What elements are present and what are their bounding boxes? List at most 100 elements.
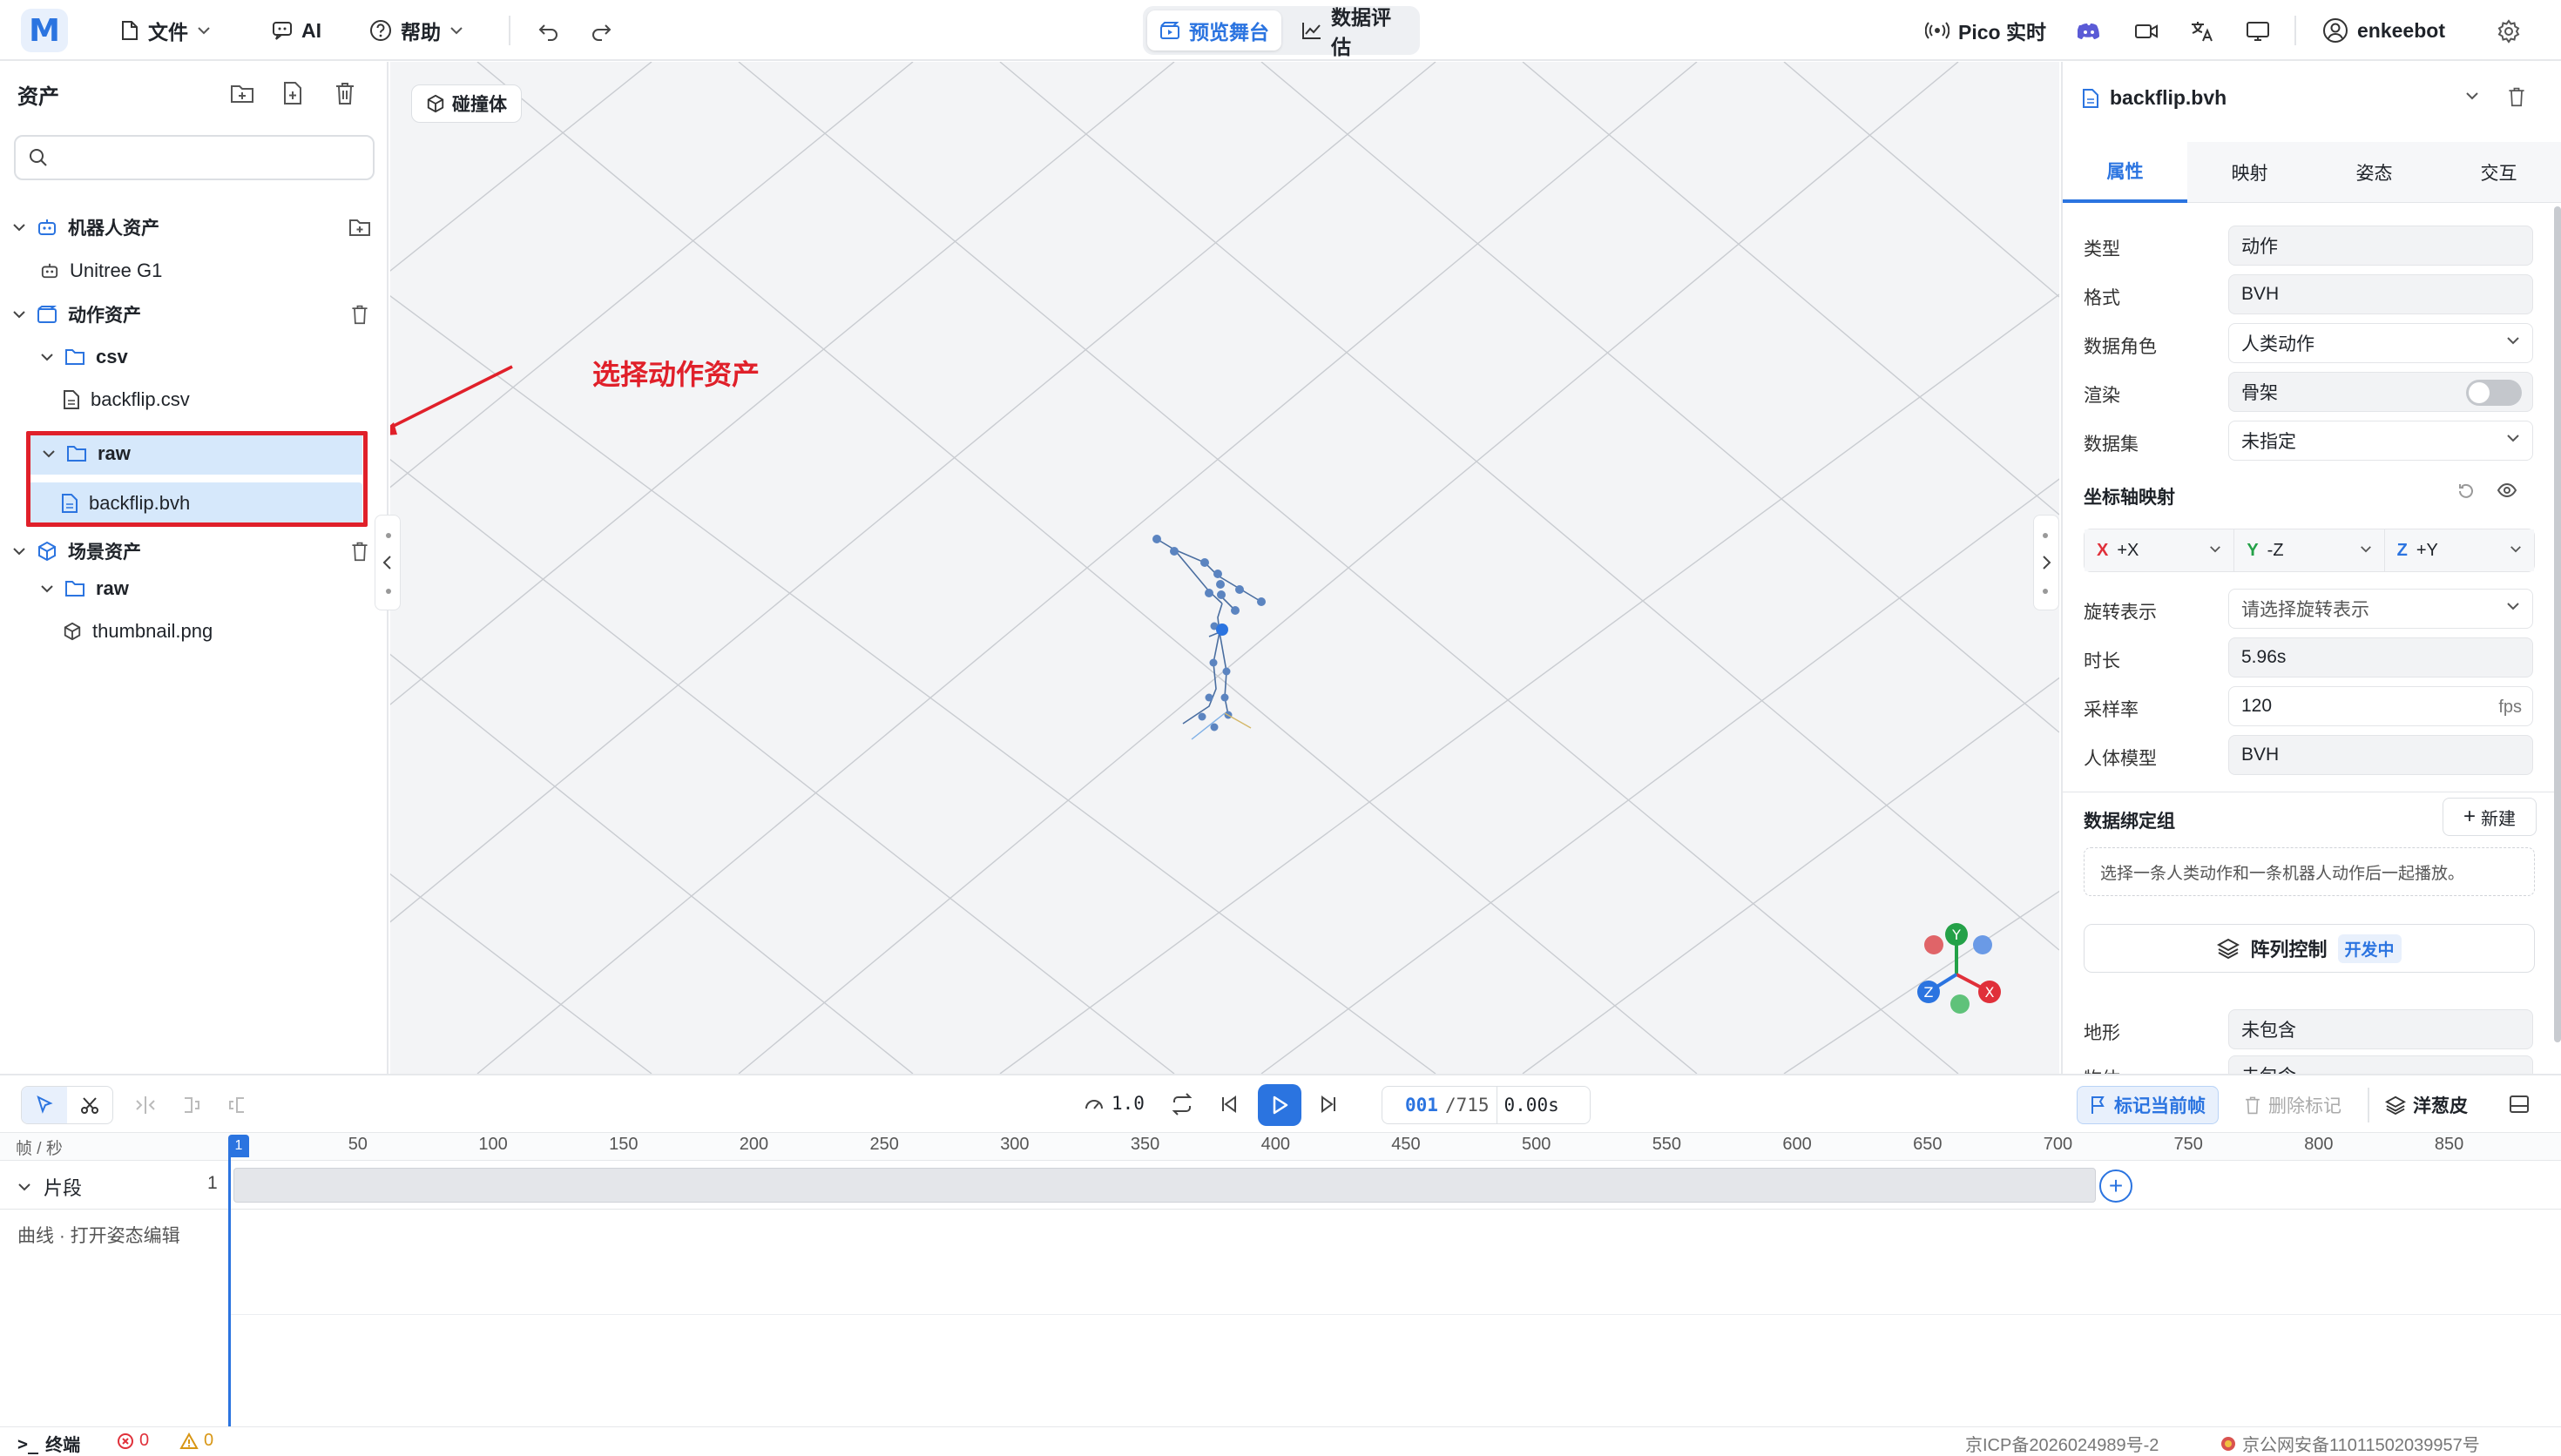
collider-toggle-button[interactable]: 碰撞体 bbox=[411, 84, 522, 123]
clip-count: 1 bbox=[207, 1173, 218, 1193]
icp-license-link[interactable]: 京ICP备2026024989号-2 bbox=[1965, 1431, 2159, 1456]
ruler-tick: 500 bbox=[1522, 1135, 1551, 1154]
rotation-select[interactable]: 请选择旋转表示 bbox=[2228, 589, 2533, 629]
user-avatar-icon bbox=[2322, 17, 2348, 44]
playhead-handle[interactable]: 1 bbox=[228, 1135, 249, 1157]
tree-group-robot-assets[interactable]: 机器人资产 bbox=[0, 208, 389, 246]
tab-mapping[interactable]: 映射 bbox=[2187, 142, 2312, 203]
loop-icon[interactable] bbox=[1171, 1093, 1193, 1116]
current-frame-input[interactable]: 001 bbox=[1382, 1095, 1438, 1116]
collapse-right-panel-handle[interactable] bbox=[2033, 515, 2059, 610]
playback-speed[interactable]: 1.0 bbox=[1084, 1093, 1145, 1114]
chevron-down-icon bbox=[2506, 434, 2520, 442]
panel-layout-icon[interactable] bbox=[2509, 1095, 2530, 1114]
frame-counter: 001 /715 0.00s bbox=[1382, 1086, 1591, 1124]
trim-start-icon[interactable] bbox=[181, 1095, 202, 1116]
new-binding-button[interactable]: + 新建 bbox=[2443, 798, 2537, 836]
undo-icon[interactable] bbox=[535, 17, 563, 45]
asset-search-input[interactable] bbox=[57, 144, 362, 172]
tab-properties[interactable]: 属性 bbox=[2063, 142, 2187, 203]
tab-pose[interactable]: 姿态 bbox=[2312, 142, 2436, 203]
plus-icon: + bbox=[2108, 1172, 2124, 1199]
render-toggle[interactable] bbox=[2466, 380, 2522, 406]
warning-triangle-icon bbox=[179, 1432, 199, 1450]
delete-mark-button[interactable]: 删除标记 bbox=[2244, 1086, 2341, 1124]
tree-group-scene-assets[interactable]: 场景资产 bbox=[0, 532, 389, 570]
chevron-right-icon bbox=[2039, 554, 2053, 571]
play-icon bbox=[1271, 1095, 1288, 1115]
error-count[interactable]: 0 bbox=[117, 1431, 149, 1451]
collapse-left-panel-handle[interactable] bbox=[375, 515, 401, 610]
video-camera-icon[interactable] bbox=[2132, 17, 2160, 45]
tree-item-unitree-g1[interactable]: Unitree G1 bbox=[0, 252, 389, 290]
folder-icon bbox=[64, 580, 85, 597]
skeleton-figure bbox=[1152, 535, 1266, 740]
chevron-down-icon bbox=[40, 353, 54, 361]
sample-rate-input[interactable]: 120 fps bbox=[2228, 686, 2533, 726]
duration-field: 5.96s bbox=[2228, 637, 2533, 677]
skip-forward-icon[interactable] bbox=[1319, 1095, 1338, 1114]
role-value: 人类动作 bbox=[2241, 334, 2314, 354]
tree-file-thumbnail[interactable]: thumbnail.png bbox=[0, 612, 389, 650]
add-folder-icon[interactable] bbox=[347, 215, 373, 239]
tab-preview-stage[interactable]: 预览舞台 bbox=[1147, 10, 1281, 51]
clip-track-header[interactable]: 片段 bbox=[17, 1173, 82, 1201]
pico-realtime-button[interactable]: Pico 实时 bbox=[1925, 12, 2046, 49]
tree-folder-scene-raw[interactable]: raw bbox=[0, 570, 389, 608]
translate-icon[interactable] bbox=[2188, 17, 2216, 45]
file-menu[interactable]: 文件 bbox=[120, 12, 211, 49]
trash-icon[interactable] bbox=[347, 539, 373, 563]
trash-icon[interactable] bbox=[347, 302, 373, 327]
array-control-button[interactable]: 阵列控制 开发中 bbox=[2084, 924, 2535, 973]
split-icon[interactable] bbox=[134, 1095, 157, 1116]
file-icon bbox=[63, 389, 80, 410]
onion-skin-label: 洋葱皮 bbox=[2413, 1096, 2468, 1116]
axis-y-select[interactable]: Y -Z bbox=[2234, 529, 2385, 571]
warning-count[interactable]: 0 bbox=[179, 1431, 213, 1451]
trim-end-icon[interactable] bbox=[226, 1095, 247, 1116]
dataset-select[interactable]: 未指定 bbox=[2228, 421, 2533, 461]
help-menu[interactable]: 帮助 bbox=[369, 12, 463, 49]
terminal-button[interactable]: >_ 终端 bbox=[17, 1431, 80, 1456]
inspector-scrollbar[interactable] bbox=[2554, 206, 2561, 1042]
discord-icon[interactable] bbox=[2075, 17, 2103, 45]
chevron-down-icon[interactable] bbox=[2465, 91, 2479, 100]
add-clip-button[interactable]: + bbox=[2099, 1170, 2132, 1203]
mark-frame-button[interactable]: 标记当前帧 bbox=[2077, 1086, 2219, 1124]
axis-z-select[interactable]: Z +Y bbox=[2384, 529, 2534, 571]
select-tool-button[interactable] bbox=[22, 1087, 67, 1123]
tree-folder-csv[interactable]: csv bbox=[0, 338, 389, 376]
monitor-icon[interactable] bbox=[2244, 17, 2272, 45]
app-logo[interactable]: M bbox=[21, 9, 68, 52]
onion-skin-button[interactable]: 洋葱皮 bbox=[2385, 1086, 2468, 1124]
3d-viewport[interactable]: 碰撞体 选择动作资产 Y X Z bbox=[390, 62, 2059, 1074]
new-folder-icon[interactable] bbox=[228, 79, 256, 107]
trash-icon[interactable] bbox=[2507, 86, 2526, 107]
tab-interaction[interactable]: 交互 bbox=[2436, 142, 2561, 203]
tree-group-motion-assets[interactable]: 动作资产 bbox=[0, 295, 389, 334]
clip-segment[interactable] bbox=[233, 1168, 2096, 1203]
redo-icon[interactable] bbox=[587, 17, 615, 45]
tab-data-eval[interactable]: 数据评估 bbox=[1289, 6, 1420, 58]
cut-tool-button[interactable] bbox=[67, 1087, 112, 1123]
play-button[interactable] bbox=[1258, 1084, 1301, 1126]
curve-editor-link[interactable]: 曲线 · 打开姿态编辑 bbox=[17, 1222, 180, 1248]
array-control-label: 阵列控制 bbox=[2250, 939, 2328, 961]
reset-icon[interactable] bbox=[2456, 482, 2476, 501]
asset-search-box[interactable] bbox=[14, 135, 375, 180]
axis-gizmo[interactable]: Y X Z bbox=[1895, 913, 2017, 1035]
eye-icon[interactable] bbox=[2497, 482, 2517, 499]
role-select[interactable]: 人类动作 bbox=[2228, 323, 2533, 363]
skip-back-icon[interactable] bbox=[1220, 1095, 1239, 1114]
axis-x-select[interactable]: X +X bbox=[2085, 529, 2235, 571]
ai-menu[interactable]: AI bbox=[272, 12, 321, 49]
tree-file-backflip-csv[interactable]: backflip.csv bbox=[0, 381, 389, 419]
new-file-icon[interactable] bbox=[279, 79, 307, 107]
timeline-ruler[interactable]: 帧 / 秒 50 100 150 200 250 300 350 400 450 500 550 60… bbox=[0, 1133, 2561, 1161]
chart-line-icon bbox=[1301, 21, 1322, 40]
settings-gear-icon[interactable] bbox=[2495, 17, 2523, 45]
rotation-placeholder: 请选择旋转表示 bbox=[2241, 600, 2369, 620]
trash-icon[interactable] bbox=[331, 79, 359, 107]
user-menu[interactable]: enkeebot bbox=[2322, 12, 2445, 49]
police-license-link[interactable]: 京公网安备11011502039957号 bbox=[2220, 1431, 2480, 1456]
